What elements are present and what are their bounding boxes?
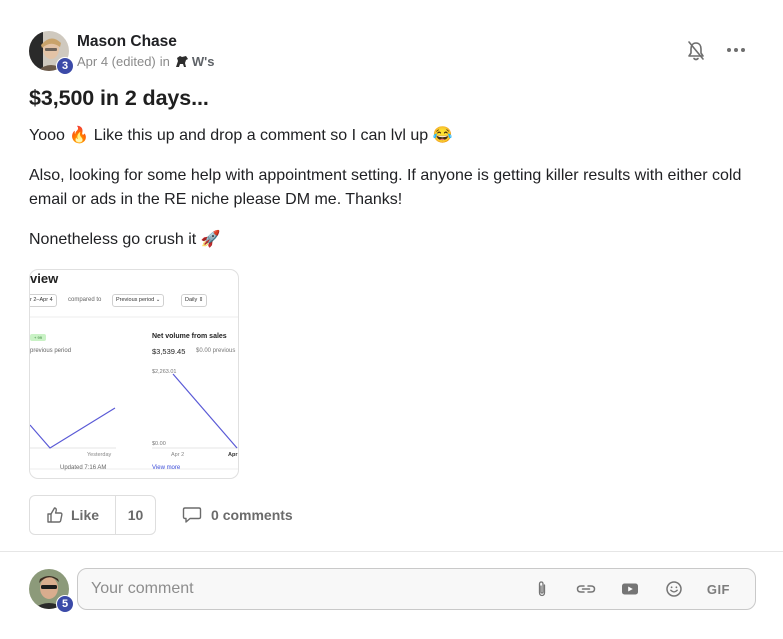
attachment-y-top: $2,263.01 — [152, 369, 177, 375]
post-paragraph: Nonetheless go crush it 🚀 — [29, 231, 221, 248]
comment-bubble-icon — [182, 507, 202, 523]
post-in-label: in — [159, 53, 170, 69]
emoji-icon[interactable] — [663, 578, 685, 600]
post-paragraph: Yooo 🔥 Like this up and drop a comment s… — [29, 127, 453, 144]
attachment-y-bottom: $0.00 — [152, 441, 166, 447]
post-group-link[interactable]: W's — [192, 53, 215, 71]
attachment-thumbnail[interactable]: view r 2–Apr 4 compared to Previous peri… — [29, 269, 239, 479]
thumbs-up-icon — [47, 507, 63, 523]
attachment-change-badge: + 99 — [30, 334, 46, 341]
comment-box: GIF — [77, 568, 756, 610]
attachment-view-more: View more — [152, 465, 181, 471]
attachment-x-end: Apr — [228, 452, 238, 458]
like-button[interactable]: Like — [30, 496, 117, 534]
current-user-avatar: 5 — [29, 569, 74, 613]
author-avatar[interactable]: 3 — [29, 31, 74, 75]
attachment-x-start: Apr 2 — [171, 452, 185, 458]
attachment-previous-period: previous period — [30, 348, 72, 354]
attachment-chart — [30, 316, 238, 470]
horse-icon — [175, 56, 188, 67]
post-paragraph: Also, looking for some help with appoint… — [29, 167, 742, 208]
post-title: $3,500 in 2 days... — [29, 86, 209, 110]
like-count[interactable]: 10 — [116, 496, 155, 534]
author-name[interactable]: Mason Chase — [77, 32, 214, 52]
post-date: Apr 4 (edited) — [77, 53, 156, 69]
attachment-metric-title: Net volume from sales — [152, 333, 227, 340]
attachment-metric-previous: $0.00 previous — [196, 348, 236, 354]
like-group: Like 10 — [29, 495, 157, 535]
comments-count-label: 0 comments — [211, 507, 293, 523]
attach-file-icon[interactable] — [531, 578, 553, 600]
comment-input[interactable] — [78, 569, 531, 609]
author-level-badge: 3 — [56, 57, 74, 75]
gif-button[interactable]: GIF — [707, 582, 730, 597]
right-series-line — [172, 373, 238, 449]
post-meta: Apr 4 (edited) in W's — [77, 53, 214, 71]
left-series-line — [30, 407, 116, 449]
post-author-row: 3 Mason Chase Apr 4 (edited) in W's — [29, 29, 214, 75]
attachment-left-xlabel: Yesterday — [87, 452, 112, 458]
attachment-updated: Updated 7:16 AM — [60, 465, 107, 471]
like-label: Like — [71, 507, 100, 523]
current-user-level-badge: 5 — [56, 595, 74, 613]
post-actions: Like 10 0 comments — [29, 495, 293, 535]
author-meta: Mason Chase Apr 4 (edited) in W's — [77, 32, 214, 71]
post-card: 3 Mason Chase Apr 4 (edited) in W's $3,5… — [0, 0, 783, 552]
attachment-metric-value: $3,539.45 — [152, 347, 186, 356]
post-body: Yooo 🔥 Like this up and drop a comment s… — [29, 124, 759, 268]
comments-button[interactable]: 0 comments — [182, 506, 293, 524]
notification-bell-icon[interactable] — [686, 40, 706, 62]
comment-composer: 5 Your comment GIF — [29, 568, 756, 613]
link-icon[interactable] — [575, 578, 597, 600]
video-icon[interactable] — [619, 578, 641, 600]
divider — [0, 551, 783, 552]
more-options-icon[interactable] — [726, 43, 746, 57]
